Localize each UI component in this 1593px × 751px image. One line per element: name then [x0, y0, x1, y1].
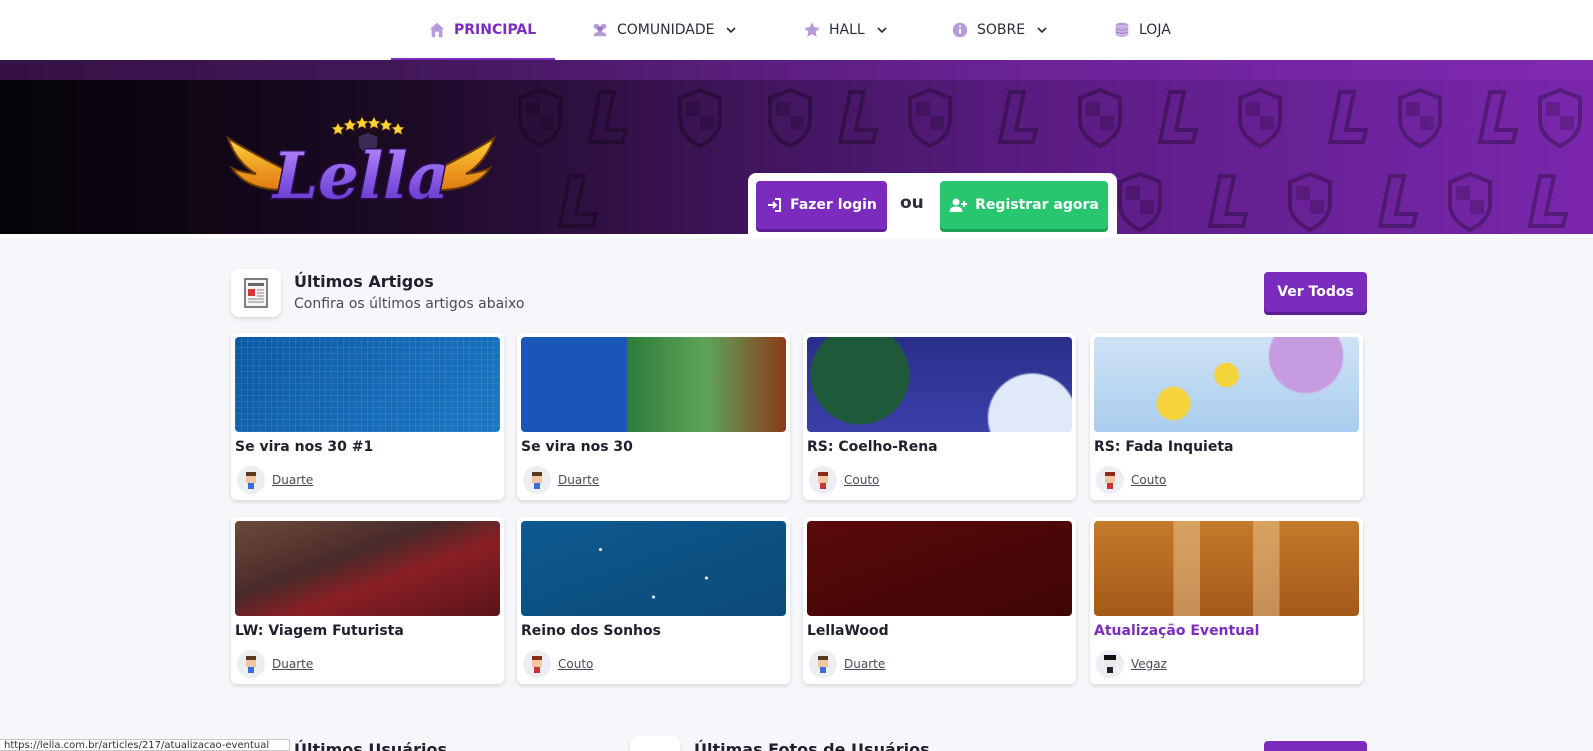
article-title: RS: Fada Inquieta: [1094, 439, 1234, 455]
users-icon: [593, 23, 607, 37]
article-card[interactable]: RS: Coelho-Rena Couto: [803, 333, 1076, 500]
author-avatar: [1096, 650, 1124, 678]
article-card[interactable]: Atualização Eventual Vegaz: [1090, 517, 1363, 684]
author-link[interactable]: Duarte: [272, 473, 313, 487]
star-icon: [804, 22, 820, 37]
top-navigation: PRINCIPAL COMUNIDADE HALL SOBRE LOJA: [0, 0, 1593, 61]
latest-photos-title: Últimas Fotos de Usuários: [694, 740, 930, 751]
article-thumbnail: [1094, 521, 1359, 616]
login-button[interactable]: Fazer login: [756, 181, 887, 229]
article-title: Se vira nos 30 #1: [235, 439, 374, 455]
author-link[interactable]: Couto: [558, 657, 593, 671]
article-thumbnail: [521, 337, 786, 432]
chevron-down-icon: [877, 27, 887, 34]
author-link[interactable]: Couto: [1131, 473, 1166, 487]
latest-users-title: Últimos Usuários: [294, 740, 447, 751]
author-link[interactable]: Duarte: [558, 473, 599, 487]
author-avatar: [237, 650, 265, 678]
nav-label-comunidade: COMUNIDADE: [617, 22, 715, 38]
login-label: Fazer login: [790, 197, 877, 213]
nav-label-sobre: SOBRE: [977, 22, 1026, 38]
nav-item-hall[interactable]: HALL: [803, 0, 887, 60]
article-card[interactable]: RS: Fada Inquieta Couto: [1090, 333, 1363, 500]
photos-section-icon: [630, 736, 680, 751]
article-thumbnail: [1094, 337, 1359, 432]
author-avatar: [809, 650, 837, 678]
author-avatar: [237, 466, 265, 494]
article-thumbnail: [235, 337, 500, 432]
articles-section-icon: [231, 269, 281, 317]
author-link[interactable]: Vegaz: [1131, 657, 1167, 671]
nav-item-principal[interactable]: PRINCIPAL: [428, 0, 536, 60]
author-avatar: [523, 650, 551, 678]
nav-item-sobre[interactable]: SOBRE: [951, 0, 1047, 60]
article-title: LW: Viagem Futurista: [235, 623, 404, 639]
author-link[interactable]: Duarte: [844, 657, 885, 671]
article-title: LellaWood: [807, 623, 889, 639]
article-title: Reino dos Sonhos: [521, 623, 661, 639]
lella-logo: Lella: [226, 116, 496, 210]
article-card[interactable]: Reino dos Sonhos Couto: [517, 517, 790, 684]
article-card[interactable]: Se vira nos 30 Duarte: [517, 333, 790, 500]
author-link[interactable]: Duarte: [272, 657, 313, 671]
link-status-bar: https://lella.com.br/articles/217/atuali…: [0, 739, 290, 751]
article-thumbnail: [521, 521, 786, 616]
article-card[interactable]: Se vira nos 30 #1 Duarte: [231, 333, 504, 500]
nav-item-comunidade[interactable]: COMUNIDADE: [591, 0, 737, 60]
article-title: Atualização Eventual: [1094, 623, 1260, 639]
nav-label-hall: HALL: [829, 22, 865, 38]
or-text: ou: [900, 193, 924, 213]
see-all-bottom-button[interactable]: [1264, 741, 1367, 751]
author-avatar: [809, 466, 837, 494]
article-card[interactable]: LW: Viagem Futurista Duarte: [231, 517, 504, 684]
coins-icon: [1115, 22, 1129, 37]
svg-text:Lella: Lella: [271, 139, 449, 210]
sign-in-icon: [768, 198, 782, 212]
nav-item-loja[interactable]: LOJA: [1113, 0, 1171, 60]
article-card[interactable]: LellaWood Duarte: [803, 517, 1076, 684]
article-title: RS: Coelho-Rena: [807, 439, 938, 455]
register-label: Registrar agora: [975, 197, 1099, 213]
article-thumbnail: [235, 521, 500, 616]
see-all-articles-button[interactable]: Ver Todos: [1264, 272, 1367, 312]
nav-label-principal: PRINCIPAL: [454, 22, 537, 38]
chevron-down-icon: [726, 27, 737, 34]
author-avatar: [523, 466, 551, 494]
author-link[interactable]: Couto: [844, 473, 879, 487]
register-button[interactable]: Registrar agora: [940, 181, 1108, 229]
articles-title: Últimos Artigos: [294, 272, 434, 291]
article-thumbnail: [807, 337, 1072, 432]
article-title: Se vira nos 30: [521, 439, 633, 455]
info-icon: [952, 22, 968, 38]
user-plus-icon: [949, 198, 968, 212]
chevron-down-icon: [1037, 27, 1047, 34]
author-avatar: [1096, 466, 1124, 494]
articles-subtitle: Confira os últimos artigos abaixo: [294, 296, 525, 312]
newspaper-icon: [244, 278, 268, 308]
nav-label-loja: LOJA: [1139, 22, 1171, 38]
article-thumbnail: [807, 521, 1072, 616]
home-icon: [429, 22, 445, 38]
